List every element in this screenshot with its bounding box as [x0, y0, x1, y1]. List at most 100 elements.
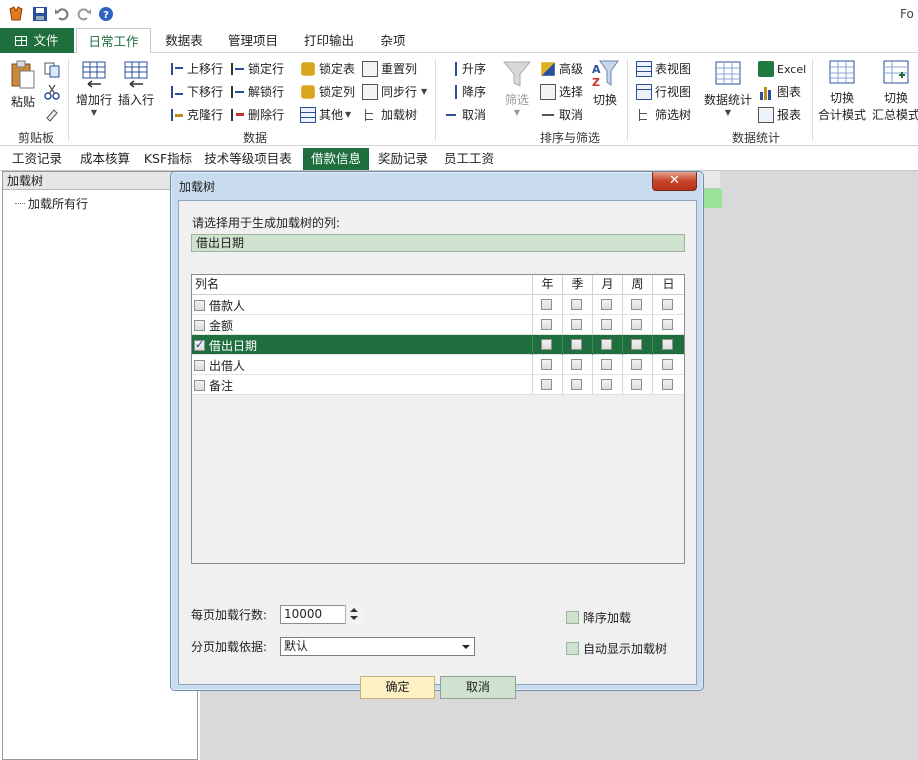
rows-per-page-spinner[interactable]	[345, 605, 362, 624]
lock-column-button[interactable]: 锁定列	[300, 83, 355, 100]
checkbox-month[interactable]	[601, 299, 612, 310]
column-name-cell[interactable]: 备注	[194, 375, 233, 395]
cancel-button[interactable]: 取消	[440, 676, 516, 699]
checkbox-month[interactable]	[601, 339, 612, 350]
checkbox-day[interactable]	[662, 359, 673, 370]
auto-show-tree-checkbox[interactable]: 自动显示加载树	[566, 640, 667, 657]
load-tree-button[interactable]: 加载树	[362, 106, 417, 123]
checkbox-day[interactable]	[662, 379, 673, 390]
reset-column-button[interactable]: 重置列	[362, 60, 417, 77]
checkbox-year[interactable]	[541, 359, 552, 370]
switch-summary-mode-button[interactable]: 切换 汇总模式	[870, 59, 918, 123]
column-checkbox[interactable]	[194, 338, 205, 351]
checkbox-week[interactable]	[631, 379, 642, 390]
dialog-close-button[interactable]: ✕	[652, 172, 697, 191]
sync-row-button[interactable]: 同步行 ▼	[362, 83, 427, 100]
sheet-tab-rewards[interactable]: 奖励记录	[372, 148, 434, 170]
filter-tree-button[interactable]: 筛选树	[636, 106, 691, 123]
select-filter-button[interactable]: 选择	[540, 83, 583, 100]
advanced-filter-button[interactable]: 高级	[540, 60, 583, 77]
selected-columns-field[interactable]: 借出日期	[191, 234, 685, 252]
sort-ascending-button[interactable]: 升序	[443, 60, 486, 77]
sort-cancel-button[interactable]: 取消	[443, 106, 486, 123]
sort-descending-button[interactable]: 降序	[443, 83, 486, 100]
checkbox-quarter[interactable]	[571, 339, 582, 350]
table-row[interactable]: 备注	[192, 375, 684, 395]
column-name-cell[interactable]: 借款人	[194, 295, 245, 315]
tab-data-table[interactable]: 数据表	[153, 28, 215, 53]
sheet-tab-salary-records[interactable]: 工资记录	[6, 148, 68, 170]
move-row-up-button[interactable]: 上移行	[168, 60, 223, 77]
filter-button[interactable]: 筛选 ▼	[500, 59, 534, 117]
checkbox-year[interactable]	[541, 319, 552, 330]
column-checkbox[interactable]	[194, 359, 205, 371]
column-name-cell[interactable]: 金额	[194, 315, 233, 335]
lock-table-button[interactable]: 锁定表	[300, 60, 355, 77]
table-view-button[interactable]: 表视图	[636, 60, 691, 77]
checkbox-day[interactable]	[662, 339, 673, 350]
checkbox-week[interactable]	[631, 359, 642, 370]
checkbox-quarter[interactable]	[571, 319, 582, 330]
tab-daily-work[interactable]: 日常工作	[76, 28, 151, 54]
sheet-tab-employee-salary[interactable]: 员工工资	[438, 148, 500, 170]
checkbox-year[interactable]	[541, 339, 552, 350]
checkbox-week[interactable]	[631, 339, 642, 350]
help-icon[interactable]: ?	[98, 6, 114, 22]
spin-down-icon[interactable]	[350, 616, 358, 620]
column-name-cell[interactable]: 借出日期	[194, 335, 257, 355]
other-button[interactable]: 其他 ▼	[300, 106, 351, 123]
page-by-select[interactable]: 默认	[280, 637, 475, 656]
spin-up-icon[interactable]	[350, 608, 358, 612]
table-row[interactable]: 借款人	[192, 295, 684, 315]
tab-misc[interactable]: 杂项	[372, 28, 414, 53]
redo-icon[interactable]	[76, 6, 92, 22]
undo-icon[interactable]	[54, 6, 70, 22]
report-button[interactable]: 报表	[758, 106, 801, 123]
switch-total-mode-button[interactable]: 切换 合计模式	[816, 59, 868, 123]
format-painter-icon[interactable]	[44, 106, 60, 122]
cancel-filter-button[interactable]: 取消	[540, 106, 583, 123]
checkbox-quarter[interactable]	[571, 379, 582, 390]
checkbox-day[interactable]	[662, 319, 673, 330]
add-row-button[interactable]: 增加行 ▼	[74, 59, 114, 117]
checkbox-month[interactable]	[601, 359, 612, 370]
move-row-down-button[interactable]: 下移行	[168, 83, 223, 100]
checkbox-week[interactable]	[631, 299, 642, 310]
copy-icon[interactable]	[44, 62, 60, 78]
save-icon[interactable]	[32, 6, 48, 22]
cut-icon[interactable]	[44, 84, 60, 100]
table-row[interactable]: 出借人	[192, 355, 684, 375]
checkbox-month[interactable]	[601, 319, 612, 330]
tree-item-load-all[interactable]: 加载所有行	[15, 195, 88, 212]
lock-row-button[interactable]: 锁定行	[229, 60, 284, 77]
tab-manage-project[interactable]: 管理项目	[220, 28, 286, 53]
column-name-cell[interactable]: 出借人	[194, 355, 245, 375]
descending-load-checkbox[interactable]: 降序加载	[566, 609, 631, 626]
table-row[interactable]: 借出日期	[192, 335, 684, 355]
sheet-tab-tech-level[interactable]: 技术等级项目表	[200, 148, 296, 170]
row-view-button[interactable]: 行视图	[636, 83, 691, 100]
checkbox-day[interactable]	[662, 299, 673, 310]
unlock-row-button[interactable]: 解锁行	[229, 83, 284, 100]
column-checkbox[interactable]	[194, 299, 205, 311]
checkbox-week[interactable]	[631, 319, 642, 330]
data-statistics-button[interactable]: 数据统计 ▼	[702, 59, 754, 117]
chart-button[interactable]: 图表	[758, 83, 801, 100]
clone-row-button[interactable]: 克隆行	[168, 106, 223, 123]
ok-button[interactable]: 确定	[360, 676, 435, 699]
insert-row-button[interactable]: 插入行	[116, 59, 156, 108]
switch-sort-button[interactable]: AZ 切换	[588, 59, 622, 108]
tab-print-output[interactable]: 打印输出	[295, 28, 363, 53]
sheet-tab-ksf[interactable]: KSF指标	[140, 148, 196, 170]
checkbox-month[interactable]	[601, 379, 612, 390]
sheet-tab-cost-accounting[interactable]: 成本核算	[74, 148, 136, 170]
delete-row-button[interactable]: 删除行	[229, 106, 284, 123]
table-row[interactable]: 金额	[192, 315, 684, 335]
tab-file[interactable]: 文件	[0, 28, 74, 53]
checkbox-year[interactable]	[541, 299, 552, 310]
checkbox-year[interactable]	[541, 379, 552, 390]
column-checkbox[interactable]	[194, 319, 205, 331]
checkbox-quarter[interactable]	[571, 359, 582, 370]
excel-button[interactable]: Excel	[758, 61, 806, 77]
checkbox-quarter[interactable]	[571, 299, 582, 310]
